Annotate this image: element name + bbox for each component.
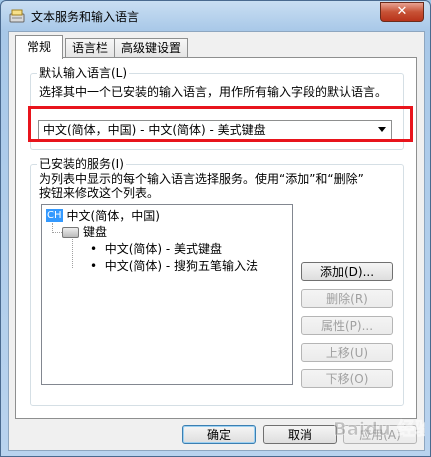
- move-down-button[interactable]: 下移(O): [301, 369, 393, 388]
- tree-language-label: 中文(简体，中国): [66, 209, 160, 223]
- tab-general-label: 常规: [26, 40, 51, 54]
- installed-services-tree[interactable]: CH 中文(简体，中国) 键盘 • 中文(简体) - 美式键盘 • 中文(简体) …: [41, 204, 293, 385]
- tree-connector: [72, 239, 73, 268]
- window-title: 文本服务和输入语言: [31, 10, 140, 24]
- tab-advanced-key-settings-label: 高级键设置: [120, 41, 181, 55]
- remove-button[interactable]: 删除(R): [301, 289, 393, 308]
- installed-services-description-1: 为列表中显示的每个输入语言选择服务。使用“添加”和“删除”: [39, 172, 364, 186]
- tree-item-label: 中文(简体) - 美式键盘: [104, 242, 223, 256]
- properties-button[interactable]: 属性(P)...: [301, 316, 393, 335]
- highlight-annotation: [28, 106, 413, 142]
- tree-keyboard-label: 键盘: [83, 225, 108, 239]
- installed-services-description-2: 按钮来修改这个列表。: [39, 186, 160, 200]
- keyboard-icon: [62, 227, 79, 238]
- tab-advanced-key-settings[interactable]: 高级键设置: [114, 38, 188, 58]
- cancel-button[interactable]: 取消: [263, 425, 337, 444]
- bullet-icon: •: [90, 259, 105, 273]
- add-button[interactable]: 添加(D)...: [301, 262, 393, 281]
- tree-connector: [52, 232, 62, 233]
- bullet-icon: •: [90, 242, 105, 256]
- title-bar[interactable]: 文本服务和输入语言 ✕: [1, 1, 430, 31]
- text-services-icon: [9, 9, 25, 23]
- svg-text:Baidu 经验: Baidu 经验: [333, 418, 425, 440]
- tab-general[interactable]: 常规: [15, 35, 63, 59]
- close-icon: ✕: [396, 4, 408, 19]
- dialog-window: 文本服务和输入语言 ✕ 常规 语言栏 高级键设置 默认输入语言(L) 选择其中一…: [0, 0, 431, 457]
- tab-language-bar[interactable]: 语言栏: [65, 38, 115, 58]
- baidu-jingyan-watermark: Baidu 经验: [333, 418, 425, 441]
- tree-node-keyboard[interactable]: 键盘: [62, 225, 107, 240]
- tree-node-language[interactable]: CH 中文(简体，中国): [46, 209, 160, 224]
- language-badge: CH: [46, 209, 63, 222]
- move-up-button[interactable]: 上移(U): [301, 343, 393, 362]
- installed-services-legend: 已安装的服务(I): [37, 157, 126, 171]
- default-language-description: 选择其中一个已安装的输入语言，用作所有输入字段的默认语言。: [39, 85, 388, 99]
- tree-item-sogou-wubi[interactable]: • 中文(简体) - 搜狗五笔输入法: [90, 259, 258, 274]
- close-button[interactable]: ✕: [380, 2, 424, 22]
- tree-item-label: 中文(简体) - 搜狗五笔输入法: [104, 259, 259, 273]
- tree-item-us-keyboard[interactable]: • 中文(简体) - 美式键盘: [90, 242, 222, 257]
- tab-language-bar-label: 语言栏: [71, 41, 108, 55]
- ok-button[interactable]: 确定: [182, 425, 256, 444]
- default-language-legend: 默认输入语言(L): [37, 66, 130, 80]
